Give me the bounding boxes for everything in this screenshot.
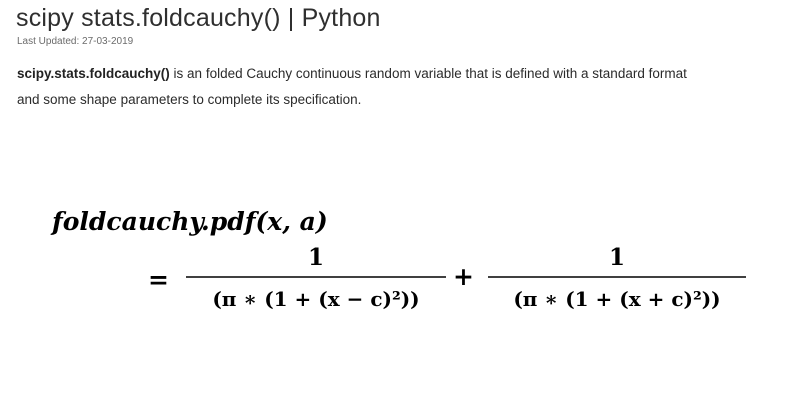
formula-plus: + [453, 262, 474, 291]
intro-line-2: and some shape parameters to complete it… [17, 92, 362, 107]
intro-paragraph: scipy.stats.foldcauchy() is an folded Ca… [17, 61, 807, 113]
article: scipy stats.foldcauchy() | Python Last U… [0, 0, 811, 411]
code-name: scipy.stats.foldcauchy() [17, 66, 170, 81]
denominator-2: (π ∗ (1 + (x + c)²)) [513, 287, 720, 311]
numerator-1: 1 [308, 244, 324, 271]
denominator-1: (π ∗ (1 + (x − c)²)) [212, 287, 419, 311]
pdf-formula: foldcauchy.pdf(x, a) = 1 (π ∗ (1 + (x − … [50, 207, 746, 311]
intro-line-1: is an folded Cauchy continuous random va… [169, 66, 687, 81]
formula-equals: = [148, 265, 169, 294]
numerator-2: 1 [609, 244, 625, 271]
formula-lhs: foldcauchy.pdf(x, a) [50, 207, 328, 236]
page-title: scipy stats.foldcauchy() | Python [16, 4, 381, 32]
last-updated: Last Updated: 27-03-2019 [17, 36, 134, 47]
